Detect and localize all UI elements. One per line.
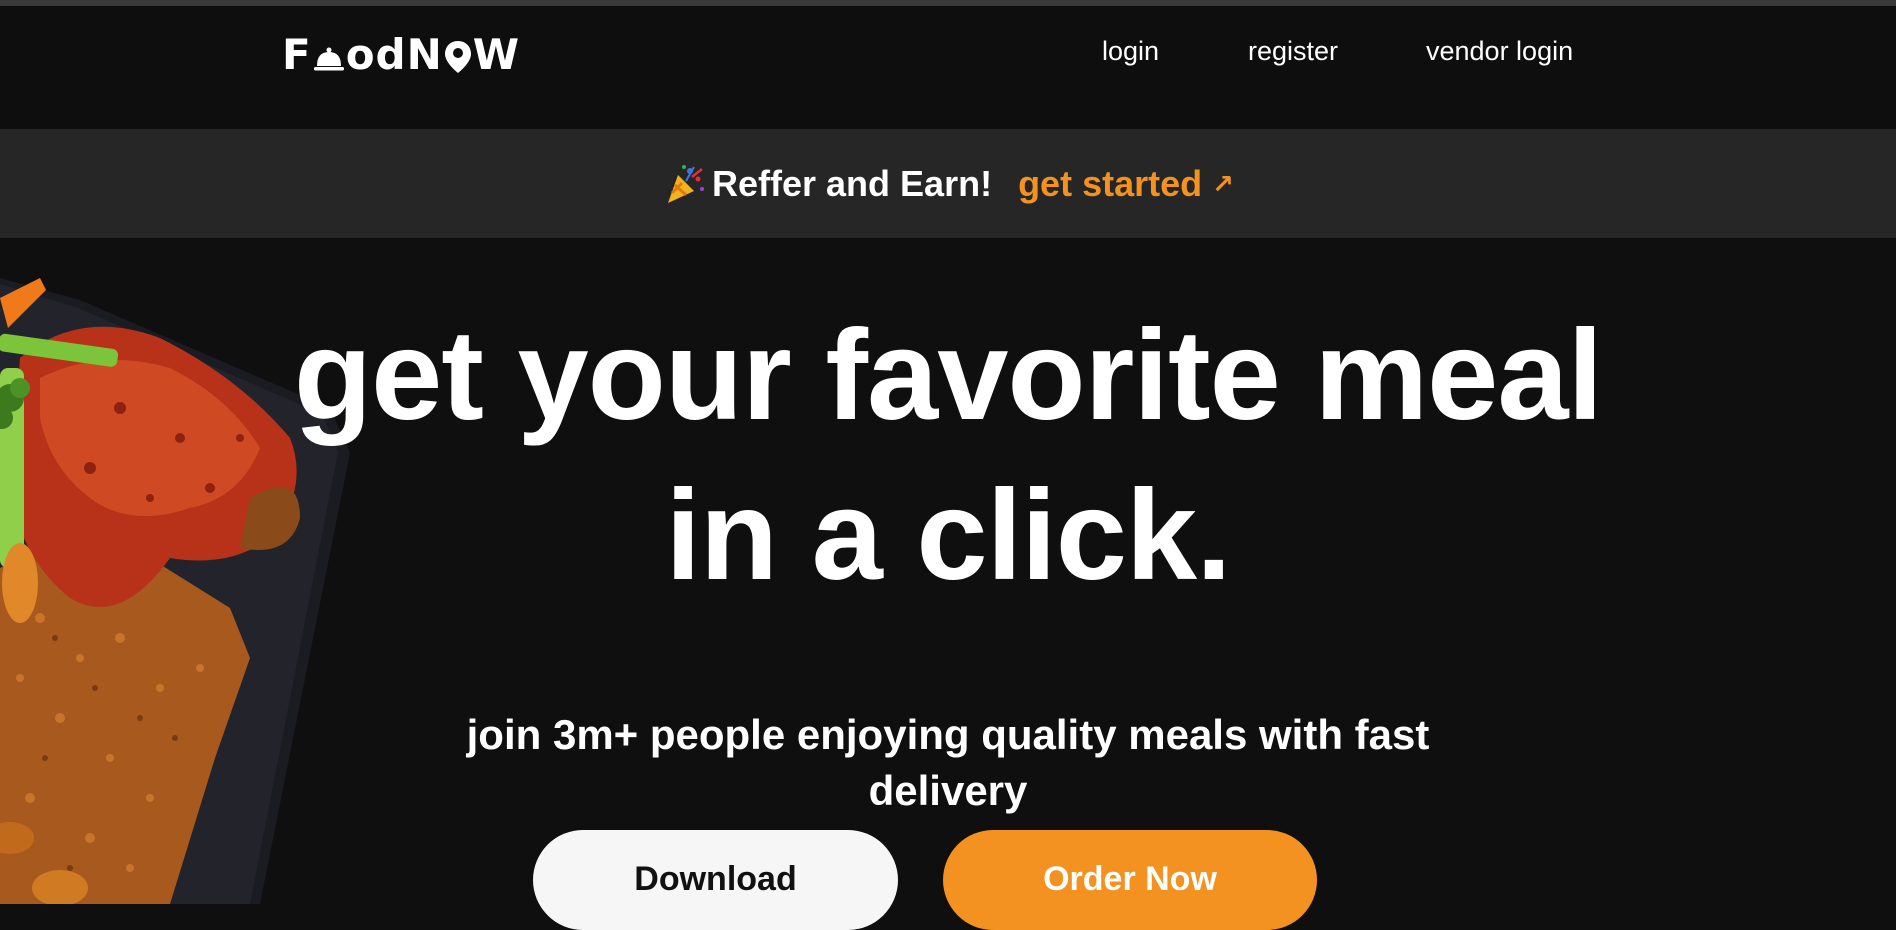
top-navigation-bar: F od N W login register vendor login xyxy=(0,6,1896,129)
logo-letter-w: W xyxy=(472,30,521,79)
order-now-button-label: Order Now xyxy=(1043,860,1217,898)
download-button[interactable]: Download xyxy=(533,830,898,930)
cloche-icon xyxy=(313,47,344,71)
promo-content: Reffer and Earn! get started ↗ xyxy=(664,163,1234,205)
register-link[interactable]: register xyxy=(1248,36,1338,67)
arrow-up-right-icon[interactable]: ↗ xyxy=(1212,169,1234,200)
logo-letters-now: N xyxy=(406,30,443,79)
logo-letters-od: od xyxy=(345,30,407,79)
location-pin-icon xyxy=(444,41,471,73)
hero-headline-line2: in a click. xyxy=(665,464,1231,607)
login-link[interactable]: login xyxy=(1102,36,1159,67)
logo-letter-f: F xyxy=(282,30,312,79)
hero-headline-line1: get your favorite meal xyxy=(293,304,1603,447)
vendor-login-link[interactable]: vendor login xyxy=(1426,36,1573,67)
get-started-link[interactable]: get started xyxy=(1018,163,1202,205)
referral-promo-bar: Reffer and Earn! get started ↗ xyxy=(0,129,1896,238)
party-popper-icon xyxy=(668,165,704,203)
foodnow-logo[interactable]: F od N W xyxy=(282,34,520,76)
promo-text: Reffer and Earn! xyxy=(712,163,993,204)
hero-subtext-line2: delivery xyxy=(868,767,1028,814)
hero-subtext-line1: join 3m+ people enjoying quality meals w… xyxy=(466,711,1430,758)
order-now-button[interactable]: Order Now xyxy=(943,830,1317,930)
download-button-label: Download xyxy=(634,860,797,898)
